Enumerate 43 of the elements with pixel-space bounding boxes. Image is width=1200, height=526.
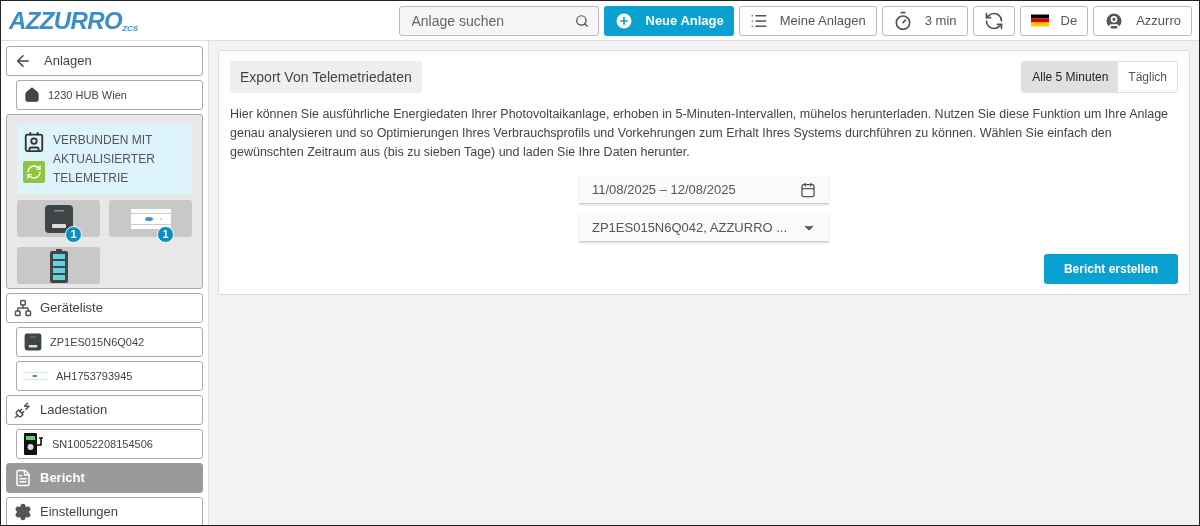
meter-icon (24, 370, 48, 382)
device-select[interactable]: ZP1ES015N6Q042, AZZURRO ... (579, 214, 829, 242)
back-item[interactable]: Anlagen (6, 46, 203, 76)
logo: AZZURROZCS (9, 8, 139, 33)
report-icon (14, 469, 32, 487)
device-tile[interactable] (17, 200, 100, 237)
sidebar-item[interactable]: SN10052208154506 (16, 429, 203, 459)
search-field[interactable]: Anlage suchen (398, 5, 599, 36)
sidebar-item[interactable]: Einstellungen (6, 497, 203, 525)
sync-icon (23, 161, 45, 183)
user-button[interactable]: Azzurro (1093, 5, 1192, 36)
battery-icon (49, 248, 68, 283)
settings-icon (14, 503, 32, 521)
flag-icon (1030, 14, 1049, 27)
meter-icon (130, 208, 171, 229)
calendar-icon (800, 181, 816, 198)
sidebar-item[interactable]: Ladestation (6, 395, 203, 425)
sidebar-item[interactable]: Geräteliste (6, 293, 203, 323)
status-text: VERBUNDEN MIT AKTUALISIERTER TELEMETRIE (53, 132, 156, 187)
description: Hier können Sie ausführliche Energiedaten Ihrer Photovoltaikanlage, erhoben in 5-Minuten-Intervallen, mühelos herunterladen. Nutzen Sie diese Funktion um Ihre Anlage genau analysieren und so Optimierungen Ihres Verbrauchsprofils und Vorkehrungen zum Erhalt Ihres Systems durchführen zu können. Wählen Sie einfach den gewünschten Zeitraum aus (bis zu sieben Tage) und laden Sie Ihre Daten herunter. (230, 106, 1170, 161)
home-icon (24, 87, 40, 103)
sidebar-item[interactable]: AH1753793945 (16, 361, 203, 391)
card-title: Export Von Telemetriedaten (230, 61, 422, 93)
plant-item[interactable]: 1230 HUB Wien (16, 80, 203, 110)
list-button[interactable]: Meine Anlagen (738, 5, 877, 36)
interval-tab[interactable]: Alle 5 Minuten (1022, 62, 1119, 92)
date-range-field[interactable]: 11/08/2025 – 12/08/2025 (579, 176, 829, 204)
search-icon (574, 13, 589, 28)
wallbox-icon (24, 433, 44, 455)
user-icon (1104, 10, 1125, 31)
refresh-icon (983, 10, 1004, 31)
charger-icon (14, 401, 32, 419)
refresh-button[interactable] (972, 5, 1015, 36)
timer-button[interactable]: 3 min (881, 5, 968, 36)
id-card-icon (23, 131, 45, 153)
device-tile[interactable] (109, 200, 192, 237)
sidebar-item[interactable]: ZP1ES015N6Q042 (16, 327, 203, 357)
inverter-icon (24, 333, 42, 351)
back-icon (14, 52, 32, 70)
device-tree-icon (14, 299, 32, 317)
language-button[interactable]: De (1019, 5, 1089, 36)
device-tile[interactable] (17, 247, 100, 284)
add-icon (613, 10, 634, 31)
